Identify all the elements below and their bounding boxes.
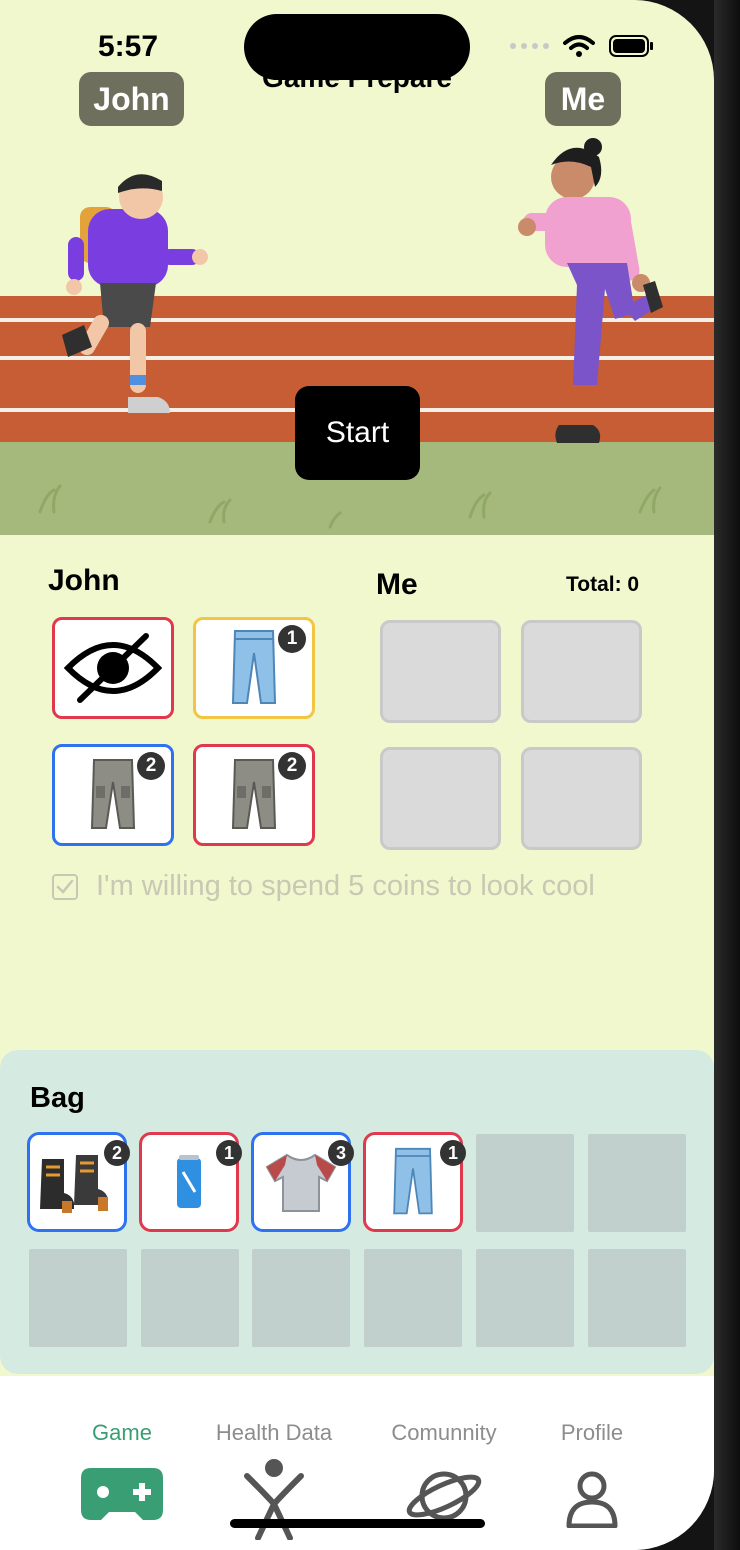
- spend-coins-option[interactable]: I'm willing to spend 5 coins to look coo…: [52, 870, 595, 903]
- item-count-badge: 2: [278, 752, 306, 780]
- bag-title: Bag: [30, 1082, 85, 1114]
- item-count-badge: 1: [440, 1140, 466, 1166]
- item-count-badge: 1: [216, 1140, 242, 1166]
- my-slot-empty[interactable]: [521, 620, 642, 723]
- bag-item-boots[interactable]: 2: [27, 1132, 130, 1232]
- opponent-slot-cargo-pants[interactable]: 2: [52, 744, 174, 846]
- dynamic-island: [244, 14, 470, 80]
- my-slot-empty[interactable]: [521, 747, 642, 850]
- gamepad-icon: [37, 1464, 207, 1520]
- jeans-icon: [231, 630, 277, 704]
- tshirt-icon: [265, 1153, 337, 1212]
- cellular-signal-icon: [510, 43, 549, 49]
- my-slot-empty[interactable]: [380, 747, 501, 850]
- bag-empty-slot[interactable]: [588, 1134, 686, 1232]
- phone-frame: Game Prepare John Me: [0, 0, 740, 1550]
- item-count-badge: 2: [137, 752, 165, 780]
- opponent-slot-hidden[interactable]: [52, 617, 174, 719]
- opponent-heading: John: [48, 564, 120, 597]
- bag-item-energy-drink[interactable]: 1: [139, 1132, 242, 1232]
- tab-profile[interactable]: Profile: [507, 1376, 677, 1550]
- bag-empty-slot[interactable]: [364, 1249, 462, 1347]
- bag-item-tshirt[interactable]: 3: [251, 1132, 354, 1232]
- opponent-slot-cargo-pants[interactable]: 2: [193, 744, 315, 846]
- cargo-pants-icon: [231, 759, 277, 829]
- battery-icon: [609, 35, 653, 57]
- left-player-chip: John: [79, 72, 184, 126]
- start-button[interactable]: Start: [295, 386, 420, 480]
- cargo-pants-icon: [90, 759, 136, 829]
- opponent-slot-jeans[interactable]: 1: [193, 617, 315, 719]
- item-count-badge: 1: [278, 625, 306, 653]
- bag-empty-slot[interactable]: [252, 1249, 350, 1347]
- spend-coins-checkbox[interactable]: [52, 873, 78, 900]
- girl-runner-avatar: [518, 138, 663, 443]
- home-indicator[interactable]: [230, 1519, 485, 1528]
- energy-drink-can-icon: [177, 1155, 201, 1208]
- spend-coins-label: I'm willing to spend 5 coins to look coo…: [96, 870, 595, 902]
- bag-panel: Bag 2 1 3 1: [0, 1050, 714, 1374]
- game-hero-scene: Game Prepare John Me: [0, 0, 714, 535]
- right-player-chip: Me: [545, 72, 621, 126]
- my-heading: Me: [376, 568, 418, 601]
- phone-bezel-edge: [714, 0, 740, 1550]
- bag-empty-slot[interactable]: [588, 1249, 686, 1347]
- item-count-badge: 2: [104, 1140, 130, 1166]
- status-icons: [510, 34, 655, 58]
- total-score: Total: 0: [566, 573, 640, 596]
- bag-empty-slot[interactable]: [29, 1249, 127, 1347]
- bag-empty-slot[interactable]: [476, 1134, 574, 1232]
- my-slot-empty[interactable]: [380, 620, 501, 723]
- bag-item-jeans[interactable]: 1: [363, 1132, 466, 1232]
- person-icon: [507, 1470, 677, 1528]
- tab-health-data-label: Health Data: [215, 1420, 333, 1445]
- tab-game-label: Game: [92, 1420, 152, 1445]
- bag-empty-slot[interactable]: [476, 1249, 574, 1347]
- status-time: 5:57: [98, 30, 159, 63]
- hidden-eye-icon: [64, 633, 162, 703]
- planet-icon: [359, 1464, 529, 1524]
- bag-empty-slot[interactable]: [141, 1249, 239, 1347]
- app-screen: Game Prepare John Me: [0, 0, 714, 1550]
- tab-game[interactable]: Game: [37, 1376, 207, 1550]
- boy-runner-avatar: [62, 174, 208, 413]
- wifi-icon: [563, 35, 595, 57]
- tab-profile-label: Profile: [560, 1420, 624, 1445]
- tab-community-label: Comunnity: [391, 1420, 497, 1445]
- checkmark-icon: [56, 879, 74, 894]
- item-count-badge: 3: [328, 1140, 354, 1166]
- jeans-icon: [393, 1147, 433, 1215]
